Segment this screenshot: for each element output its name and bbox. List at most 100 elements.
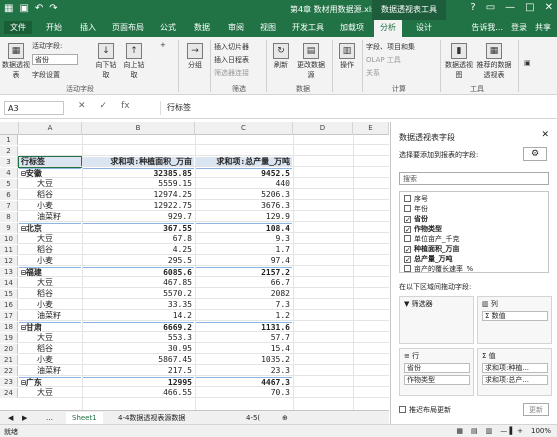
defer-update-checkbox[interactable]: 推迟布局更新 [399, 405, 451, 415]
row-number[interactable]: 19 [0, 333, 18, 343]
row-number[interactable]: 20 [0, 344, 18, 354]
row-number[interactable]: 22 [0, 366, 18, 376]
checked-box-icon[interactable]: ✓ [404, 226, 411, 234]
field-item[interactable]: ✓ 作物类型 [404, 225, 442, 234]
help-icon[interactable]: ? [470, 2, 475, 13]
tab-data[interactable]: 数据 [194, 22, 210, 33]
checked-box-icon[interactable]: ✓ [404, 246, 411, 254]
column-header-c[interactable]: C [195, 122, 293, 135]
tab-formulas[interactable]: 公式 [160, 22, 176, 33]
filters-area[interactable]: ▼ 筛选器 [399, 296, 474, 344]
tab-view[interactable]: 视图 [260, 22, 276, 33]
expand-field-icon[interactable]: + [160, 41, 166, 49]
sheet-tab-4-5[interactable]: 4-5( [240, 412, 266, 424]
tab-design[interactable]: 设计 [416, 22, 432, 33]
zoom-level[interactable]: 100% [531, 427, 551, 435]
field-item[interactable]: 亩产的覆长速率_% [404, 265, 473, 272]
tab-file[interactable]: 文件 [4, 21, 32, 34]
tab-addins[interactable]: 加载项 [340, 22, 364, 33]
row-number[interactable]: 14 [0, 278, 18, 288]
row-number[interactable]: 16 [0, 300, 18, 310]
page-break-view-icon[interactable]: ▥ [486, 427, 493, 435]
drill-up-button[interactable]: ↑ 向上钻取 [122, 43, 146, 80]
row-number[interactable]: 7 [0, 201, 18, 211]
tab-page-layout[interactable]: 页面布局 [112, 22, 144, 33]
group-button[interactable]: → 分组 [184, 43, 206, 70]
row-number[interactable]: 10 [0, 234, 18, 244]
sheet-nav-next-icon[interactable]: ▶ [16, 412, 33, 424]
row-number[interactable]: 6 [0, 190, 18, 200]
values-area[interactable]: Σ 值 求和项:种植... 求和项:总产... [477, 348, 552, 396]
update-button[interactable]: 更新 [523, 403, 549, 416]
row-number[interactable]: 17 [0, 311, 18, 321]
normal-view-icon[interactable]: ▦ [456, 427, 463, 435]
row-number[interactable]: 5 [0, 179, 18, 189]
refresh-button[interactable]: ↻ 刷新 [270, 43, 292, 70]
columns-area[interactable]: ▥ 列 Σ 数值 [477, 296, 552, 344]
row-number[interactable]: 24 [0, 388, 18, 398]
field-settings-button[interactable]: 字段设置 [32, 70, 60, 80]
row-number[interactable]: 2 [0, 146, 18, 156]
tab-analyze[interactable]: 分析 [374, 20, 402, 37]
redo-icon[interactable]: ↷ [49, 3, 57, 14]
close-icon[interactable]: ✕ [545, 2, 553, 13]
pane-close-icon[interactable]: ✕ [541, 130, 549, 140]
field-item[interactable]: ✓ 省份 [404, 215, 428, 224]
row-number[interactable]: 23 [0, 377, 18, 387]
checked-box-icon[interactable]: ✓ [404, 216, 411, 224]
row-number[interactable]: 9 [0, 223, 18, 233]
field-item[interactable]: 序号 [404, 195, 428, 204]
ribbon-display-icon[interactable]: ▭ [486, 2, 495, 13]
values-field-output[interactable]: 求和项:总产... [482, 375, 548, 385]
drill-down-button[interactable]: ↓ 向下钻取 [94, 43, 118, 80]
field-item[interactable]: 年份 [404, 205, 428, 214]
tab-insert[interactable]: 插入 [80, 22, 96, 33]
row-number[interactable]: 12 [0, 256, 18, 266]
field-item[interactable]: 单位亩产_千克 [404, 235, 460, 244]
rows-field-province[interactable]: 省份 [404, 363, 470, 373]
row-number[interactable]: 21 [0, 355, 18, 365]
actions-button[interactable]: ▥ 操作 [336, 43, 358, 70]
checkbox-icon[interactable] [404, 235, 411, 242]
row-number[interactable]: 1 [0, 135, 18, 145]
row-number[interactable]: 15 [0, 289, 18, 299]
row-number[interactable]: 3 [0, 157, 18, 167]
olap-tools-button[interactable]: OLAP 工具 [366, 55, 401, 65]
formula-input[interactable]: 行标签 [160, 101, 390, 115]
page-layout-view-icon[interactable]: ▤ [471, 427, 478, 435]
checkbox-icon[interactable] [404, 265, 411, 272]
sheet-ellipsis[interactable]: … [40, 412, 59, 424]
column-header-e[interactable]: E [353, 122, 389, 135]
change-source-button[interactable]: ▤ 更改数据源 [296, 43, 326, 80]
checkbox-icon[interactable] [404, 195, 411, 202]
row-number[interactable]: 13 [0, 267, 18, 277]
active-field-input[interactable]: 省份 [32, 54, 78, 65]
name-box[interactable]: A3 [4, 101, 64, 115]
tell-me-box[interactable]: 告诉我... [471, 22, 503, 33]
filter-connections-button[interactable]: 筛选器连接 [214, 68, 249, 78]
add-sheet-icon[interactable]: ⊕ [276, 412, 294, 424]
field-search-input[interactable]: 搜索 [399, 172, 549, 185]
save-icon[interactable]: ▣ [19, 3, 28, 14]
zoom-slider[interactable]: — ▌ + [500, 427, 523, 435]
column-header-d[interactable]: D [293, 122, 353, 135]
pivot-chart-button[interactable]: ▮ 数据透视图 [444, 43, 474, 80]
check-icon[interactable]: ✓ [100, 101, 108, 111]
checked-box-icon[interactable]: ✓ [404, 256, 411, 264]
rows-field-crop-type[interactable]: 作物类型 [404, 375, 470, 385]
row-number[interactable]: 18 [0, 322, 18, 332]
field-item[interactable]: ✓ 种植面积_万亩 [404, 245, 460, 254]
tab-home[interactable]: 开始 [46, 22, 62, 33]
gear-icon[interactable]: ⚙ [523, 147, 547, 161]
row-number[interactable]: 4 [0, 168, 18, 178]
insert-slicer-button[interactable]: 插入切片器 [214, 42, 249, 52]
undo-icon[interactable]: ↶ [35, 3, 43, 14]
relationships-button[interactable]: 关系 [366, 68, 380, 78]
fx-icon[interactable]: fx [121, 101, 130, 111]
checkbox-icon[interactable] [404, 205, 411, 212]
tab-developer[interactable]: 开发工具 [292, 22, 324, 33]
recommended-pivot-button[interactable]: ▦ 推荐的数据透视表 [476, 43, 512, 80]
sign-in-link[interactable]: 登录 [511, 22, 527, 33]
row-number[interactable]: 8 [0, 212, 18, 222]
select-all-corner[interactable] [0, 122, 19, 135]
